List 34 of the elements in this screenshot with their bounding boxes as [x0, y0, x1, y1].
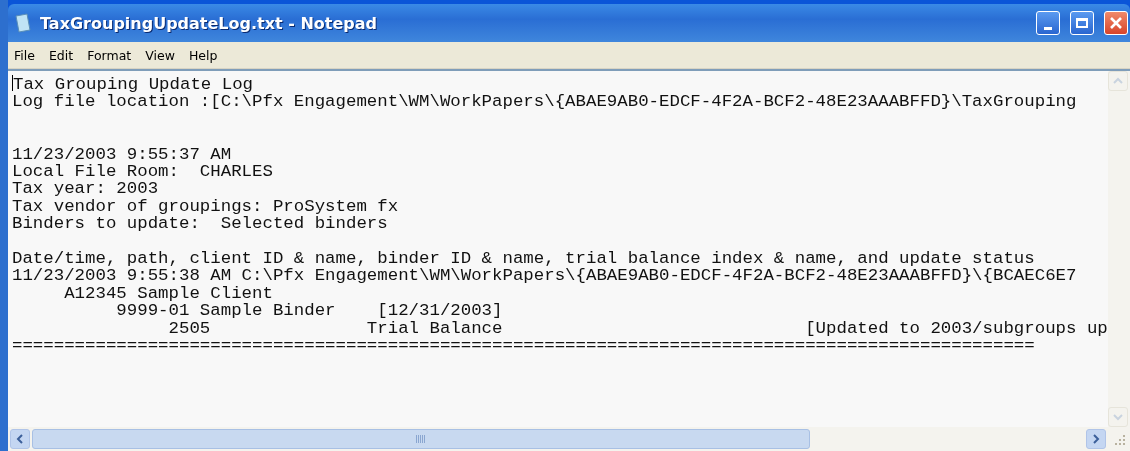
text-line: Log file location :[C:\Pfx Engagement\WM\WorkPapers\{ABAE9AB0-EDCF-4F2A-BCF2-48E23AAABFFD}\TaxGrouping	[12, 93, 1077, 111]
text-line: Tax Grouping Update Log	[12, 75, 254, 94]
text-line: 9999-01 Sample Binder [12/31/2003]	[115, 302, 503, 320]
chevron-left-icon	[16, 434, 24, 444]
scroll-left-button[interactable]	[10, 429, 30, 449]
text-line: Tax vendor of groupings: ProSystem fx	[12, 197, 399, 216]
chevron-up-icon	[1113, 77, 1123, 85]
scroll-thumb[interactable]	[32, 429, 811, 449]
close-icon	[1108, 15, 1124, 31]
maximize-button[interactable]	[1070, 11, 1094, 35]
text-line: 11/23/2003 9:55:37 AM	[12, 145, 232, 163]
horizontal-scrollbar[interactable]	[8, 428, 1108, 450]
text-line: 11/23/2003 9:55:38 AM C:\Pfx Engagement\WM\WorkPapers\{ABAE9AB0-EDCF-4F2A-BCF2-48E23AAABFFD}\{BCAEC6E7	[12, 267, 1077, 285]
close-button[interactable]	[1104, 11, 1128, 35]
text-line: Local File Room: CHARLES	[12, 163, 273, 181]
menu-item[interactable]: View	[145, 47, 175, 63]
scroll-right-button[interactable]	[1086, 429, 1106, 449]
chevron-down-icon	[1113, 413, 1123, 421]
text-line: A12345 Sample Client	[63, 284, 273, 303]
notepad-icon	[14, 13, 32, 33]
text-line: Tax year: 2003	[12, 180, 159, 198]
menu-item[interactable]: Help	[188, 47, 218, 63]
chevron-right-icon	[1092, 434, 1100, 444]
minimize-button[interactable]	[1036, 11, 1060, 35]
menu-item[interactable]: File	[14, 47, 35, 63]
window-title: TaxGroupingUpdateLog.txt - Notepad	[40, 13, 378, 33]
text-line: Date/time, path, client ID & name, binder ID & name, trial balance index & name, and update status	[12, 250, 1035, 268]
menu-item[interactable]: Edit	[48, 47, 74, 63]
text-line: 2505 Trial Balance [Updated to 2003/subgroups up	[167, 319, 1108, 338]
text-line: Binders to update: Selected binders	[12, 215, 388, 233]
menu-item[interactable]: Format	[87, 47, 132, 63]
text-cursor	[12, 75, 13, 91]
text-line: ==================================================================================================	[12, 337, 1035, 355]
resize-grip-icon[interactable]	[1112, 432, 1126, 446]
